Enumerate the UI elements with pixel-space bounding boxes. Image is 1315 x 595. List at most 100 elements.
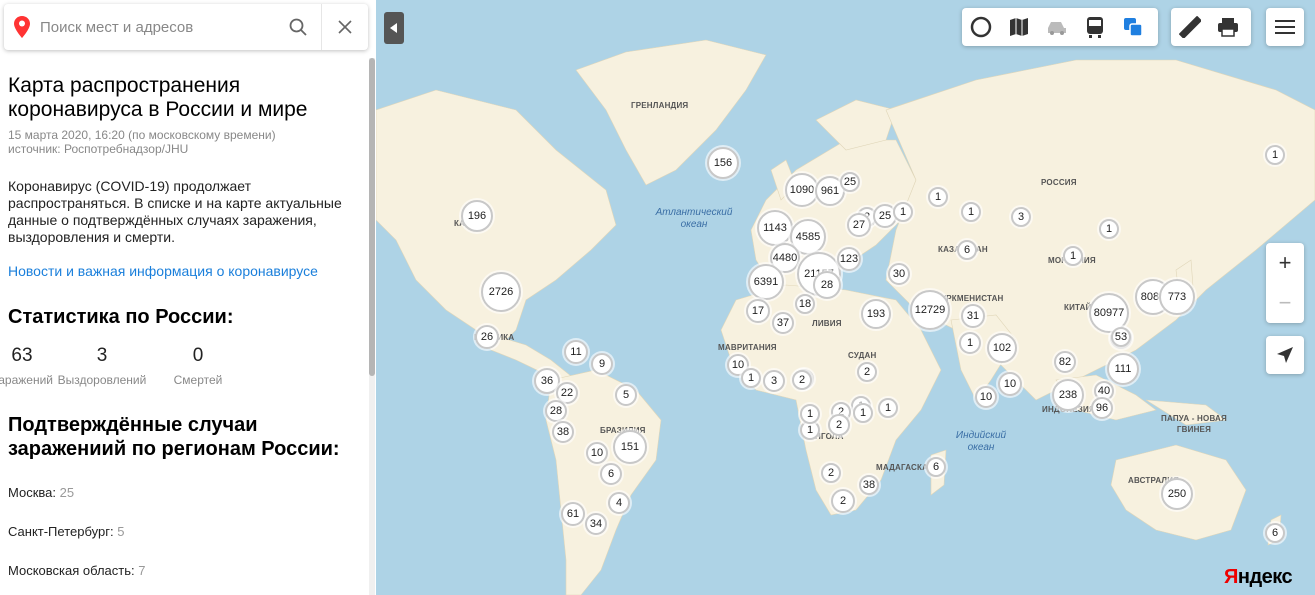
- scrollbar-thumb[interactable]: [369, 58, 375, 376]
- case-cluster-marker[interactable]: 25: [840, 172, 860, 192]
- layers-button[interactable]: [1114, 8, 1152, 46]
- case-cluster-marker[interactable]: 238: [1052, 379, 1084, 411]
- menu-toolbar: [1266, 8, 1304, 46]
- case-cluster-marker[interactable]: 38: [552, 421, 574, 443]
- ruler-button[interactable]: [1171, 8, 1209, 46]
- case-cluster-marker[interactable]: 102: [987, 333, 1017, 363]
- case-cluster-marker[interactable]: 53: [1111, 327, 1131, 347]
- case-cluster-marker[interactable]: 28: [813, 271, 841, 299]
- map-label-sudan: СУДАН: [848, 351, 877, 360]
- navigation-arrow-icon: [1277, 347, 1293, 363]
- case-cluster-marker[interactable]: 111: [1107, 353, 1139, 385]
- case-cluster-marker[interactable]: 38: [859, 475, 879, 495]
- collapse-sidebar-button[interactable]: [384, 12, 404, 44]
- case-cluster-marker[interactable]: 6: [957, 240, 977, 260]
- case-cluster-marker[interactable]: 96: [1091, 397, 1113, 419]
- stat-value: 0: [192, 345, 204, 366]
- case-cluster-marker[interactable]: 34: [585, 513, 607, 535]
- stat-infections: 63 Заражений: [0, 345, 54, 387]
- ocean-label-indian: Индийский океан: [955, 430, 1007, 453]
- stat-value: 3: [96, 345, 108, 366]
- case-cluster-marker[interactable]: 18: [795, 294, 815, 314]
- map[interactable]: ГРЕНЛАНДИЯ РОССИЯ КАЗАХСТАН МОНГОЛИЯ КИТ…: [376, 0, 1315, 595]
- search-input[interactable]: [40, 4, 274, 50]
- geolocation-button[interactable]: [1266, 336, 1304, 374]
- menu-button[interactable]: [1266, 8, 1304, 46]
- case-cluster-marker[interactable]: 1143: [757, 210, 793, 246]
- case-cluster-marker[interactable]: 82: [1054, 351, 1076, 373]
- sidebar-scrollbar[interactable]: [369, 58, 375, 595]
- traffic-button[interactable]: [1038, 8, 1076, 46]
- case-cluster-marker[interactable]: 1: [1099, 219, 1119, 239]
- case-cluster-marker[interactable]: 1: [961, 202, 981, 222]
- case-cluster-marker[interactable]: 28: [545, 400, 567, 422]
- case-cluster-marker[interactable]: 2726: [481, 272, 521, 312]
- case-cluster-marker[interactable]: 30: [888, 263, 910, 285]
- case-cluster-marker[interactable]: 1: [1265, 145, 1285, 165]
- case-cluster-marker[interactable]: 123: [837, 247, 861, 271]
- yandex-logo[interactable]: Яндекс: [1224, 566, 1293, 589]
- map-layers-toolbar: [962, 8, 1158, 46]
- zoom-out-button[interactable]: −: [1266, 283, 1304, 323]
- case-cluster-marker[interactable]: 193: [861, 299, 891, 329]
- case-cluster-marker[interactable]: 2: [857, 362, 877, 382]
- map-type-button[interactable]: [1000, 8, 1038, 46]
- case-cluster-marker[interactable]: 6: [926, 457, 946, 477]
- case-cluster-marker[interactable]: 250: [1161, 478, 1193, 510]
- case-cluster-marker[interactable]: 61: [561, 502, 585, 526]
- case-cluster-marker[interactable]: 17: [746, 299, 770, 323]
- print-button[interactable]: [1209, 8, 1247, 46]
- case-cluster-marker[interactable]: 1: [893, 202, 913, 222]
- case-cluster-marker[interactable]: 2: [831, 489, 855, 513]
- case-cluster-marker[interactable]: 26: [475, 325, 499, 349]
- case-cluster-marker[interactable]: 773: [1159, 279, 1195, 315]
- zoom-in-button[interactable]: +: [1266, 243, 1304, 283]
- case-cluster-marker[interactable]: 10: [586, 442, 608, 464]
- case-cluster-marker[interactable]: 4: [608, 492, 630, 514]
- case-cluster-marker[interactable]: 11: [564, 340, 588, 364]
- news-link[interactable]: Новости и важная информация о коронавиру…: [8, 263, 363, 279]
- case-cluster-marker[interactable]: 31: [961, 304, 985, 328]
- case-cluster-marker[interactable]: 9: [591, 353, 613, 375]
- article-content: Карта распространения коронавируса в Рос…: [0, 74, 363, 578]
- case-cluster-marker[interactable]: 3: [763, 370, 785, 392]
- printer-icon: [1218, 18, 1238, 37]
- case-cluster-marker[interactable]: 10: [975, 386, 997, 408]
- case-cluster-marker[interactable]: 12729: [910, 290, 950, 330]
- case-cluster-marker[interactable]: 1: [959, 332, 981, 354]
- case-cluster-marker[interactable]: 1: [1063, 246, 1083, 266]
- russia-stats-heading: Статистика по России:: [8, 306, 234, 328]
- case-cluster-marker[interactable]: 1: [853, 403, 873, 423]
- region-name: Московская область:: [8, 563, 135, 578]
- transport-button[interactable]: [1076, 8, 1114, 46]
- case-cluster-marker[interactable]: 27: [847, 213, 871, 237]
- case-cluster-marker[interactable]: 196: [461, 200, 493, 232]
- case-cluster-marker[interactable]: 1: [878, 398, 898, 418]
- case-cluster-marker[interactable]: 10: [998, 372, 1022, 396]
- chevron-left-icon: [390, 23, 397, 33]
- case-cluster-marker[interactable]: 1: [928, 187, 948, 207]
- case-cluster-marker[interactable]: 2: [828, 414, 850, 436]
- case-cluster-marker[interactable]: 5: [615, 384, 637, 406]
- map-label-papua: ПАПУА - НОВАЯ ГВИНЕЯ: [1161, 414, 1227, 434]
- region-item: Санкт-Петербург: 5: [8, 524, 363, 539]
- case-cluster-marker[interactable]: 1: [741, 368, 761, 388]
- case-cluster-marker[interactable]: 6: [600, 463, 622, 485]
- article-description: Коронавирус (COVID-19) продолжает распро…: [8, 178, 342, 245]
- case-cluster-marker[interactable]: 2: [792, 370, 812, 390]
- case-cluster-marker[interactable]: 1090: [785, 173, 819, 207]
- search-button[interactable]: [274, 4, 322, 50]
- close-button[interactable]: [322, 4, 368, 50]
- zoom-control: + −: [1266, 243, 1304, 323]
- case-cluster-marker[interactable]: 6391: [748, 264, 784, 300]
- case-cluster-marker[interactable]: 156: [707, 147, 739, 179]
- panorama-button[interactable]: [962, 8, 1000, 46]
- hamburger-icon: [1275, 20, 1295, 34]
- case-cluster-marker[interactable]: 3: [1011, 207, 1031, 227]
- case-cluster-marker[interactable]: 1: [800, 404, 820, 424]
- regions-heading: Подтверждённые случаи заражениий по реги…: [8, 414, 340, 460]
- case-cluster-marker[interactable]: 151: [613, 430, 647, 464]
- case-cluster-marker[interactable]: 2: [821, 463, 841, 483]
- case-cluster-marker[interactable]: 6: [1265, 523, 1285, 543]
- case-cluster-marker[interactable]: 37: [772, 312, 794, 334]
